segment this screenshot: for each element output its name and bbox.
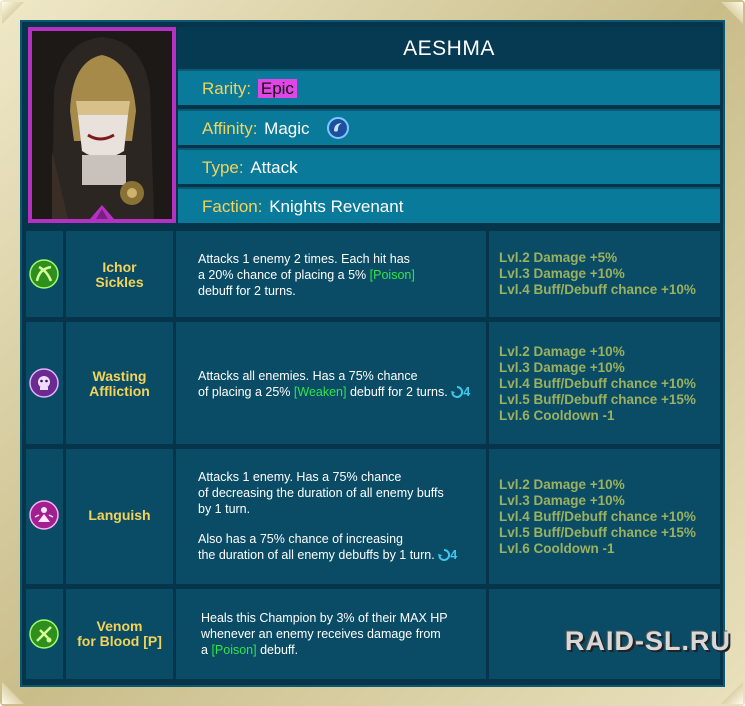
cooldown-icon: [451, 385, 464, 398]
weaken-debuff-tag: [Weaken]: [293, 385, 347, 399]
skill-description-line: Attacks all enemies. Has a 75% chance: [198, 369, 418, 383]
venom-for-blood-icon: [29, 619, 59, 649]
cooldown-icon: [438, 548, 451, 561]
skill-description-line: a 20% chance of placing a 5% [Poison]: [198, 268, 415, 282]
champion-name-bar: AESHMA: [178, 27, 720, 69]
type-value: Attack: [250, 158, 298, 177]
affinity-row: Affinity: Magic: [178, 109, 720, 145]
upgrade-line: Lvl.3 Damage +10%: [499, 266, 625, 281]
wasting-affliction-icon: [29, 368, 59, 398]
skill-description-line: of decreasing the duration of all enemy …: [198, 486, 444, 500]
skill-icon-cell: [26, 449, 63, 584]
skill-name-line: for Blood [P]: [77, 633, 162, 649]
cooldown-value: 4: [463, 385, 471, 399]
type-row: Type: Attack: [178, 148, 720, 184]
skill-icon-cell: [26, 322, 63, 444]
skill-description-line: of placing a 25% [Weaken] debuff for 2 t…: [198, 385, 471, 399]
poison-debuff-tag: [Poison]: [211, 643, 257, 657]
skill-icon-cell: [26, 589, 63, 679]
upgrade-line: Lvl.2 Damage +10%: [499, 344, 625, 359]
skill-name-cell: Venom for Blood [P]: [66, 589, 173, 679]
skill-description-line: Attacks 1 enemy. Has a 75% chance: [198, 470, 402, 484]
skill-description-cell: Heals this Champion by 3% of their MAX H…: [176, 589, 486, 679]
champion-portrait-image: [32, 31, 172, 219]
skill-name-cell: Wasting Affliction: [66, 322, 173, 444]
upgrade-line: Lvl.2 Damage +5%: [499, 250, 618, 265]
skill-name-line: Languish: [88, 507, 151, 523]
faction-label: Faction:: [202, 197, 263, 216]
languish-icon: [29, 500, 59, 530]
upgrade-line: Lvl.6 Cooldown -1: [499, 541, 615, 556]
skill-description-line: by 1 turn.: [198, 502, 251, 516]
faction-row: Faction: Knights Revenant: [178, 187, 720, 223]
affinity-label: Affinity:: [202, 119, 258, 138]
skill-description-line: a [Poison] debuff.: [201, 643, 299, 657]
upgrade-line: Lvl.5 Buff/Debuff chance +15%: [499, 525, 696, 540]
skill-description-cell: Attacks 1 enemy. Has a 75% chance of dec…: [176, 449, 486, 584]
rarity-row: Rarity: Epic: [178, 69, 720, 105]
skill-description-cell: Attacks all enemies. Has a 75% chance of…: [176, 322, 486, 444]
upgrade-line: Lvl.4 Buff/Debuff chance +10%: [499, 509, 696, 524]
upgrade-line: Lvl.2 Damage +10%: [499, 477, 625, 492]
upgrade-line: Lvl.4 Buff/Debuff chance +10%: [499, 376, 696, 391]
cooldown-indicator: 4: [438, 548, 457, 562]
skill-upgrades-cell: Lvl.2 Damage +10% Lvl.3 Damage +10% Lvl.…: [489, 449, 720, 584]
skill-description-cell: Attacks 1 enemy 2 times. Each hit has a …: [176, 231, 486, 317]
skill-description-line: debuff for 2 turns.: [198, 284, 296, 298]
affinity-value: Magic: [264, 119, 310, 138]
skill-upgrades-cell: Lvl.2 Damage +10% Lvl.3 Damage +10% Lvl.…: [489, 322, 720, 444]
faction-value: Knights Revenant: [269, 197, 404, 216]
poison-debuff-tag: [Poison]: [369, 268, 415, 282]
rarity-label: Rarity:: [202, 79, 252, 98]
upgrade-line: Lvl.5 Buff/Debuff chance +15%: [499, 392, 696, 407]
upgrade-line: Lvl.4 Buff/Debuff chance +10%: [499, 282, 696, 297]
upgrade-line: Lvl.3 Damage +10%: [499, 360, 625, 375]
cooldown-indicator: 4: [451, 385, 470, 399]
upgrade-line: Lvl.3 Damage +10%: [499, 493, 625, 508]
skill-upgrades-cell: Lvl.2 Damage +5% Lvl.3 Damage +10% Lvl.4…: [489, 231, 720, 317]
skill-name-cell: Ichor Sickles: [66, 231, 173, 317]
epic-rank-gem-icon: [90, 205, 114, 219]
skill-name-line: Sickles: [95, 274, 144, 290]
skill-icon-cell: [26, 231, 63, 317]
skill-name-line: Ichor: [102, 259, 137, 275]
skill-name-line: Venom: [96, 618, 143, 634]
skill-description-line: Attacks 1 enemy 2 times. Each hit has: [198, 252, 410, 266]
upgrade-line: Lvl.6 Cooldown -1: [499, 408, 615, 423]
skill-name-line: Affliction: [89, 383, 150, 399]
ichor-sickles-icon: [29, 259, 59, 289]
skill-description-line: the duration of all enemy debuffs by 1 t…: [198, 548, 458, 562]
skill-name-cell: Languish: [66, 449, 173, 584]
champion-name: AESHMA: [403, 37, 495, 60]
skill-description-line: whenever an enemy receives damage from: [201, 627, 441, 641]
cooldown-value: 4: [450, 548, 458, 562]
skill-description-line: Also has a 75% chance of increasing: [198, 532, 403, 546]
skill-name-line: Wasting: [92, 368, 147, 384]
type-label: Type:: [202, 158, 244, 177]
site-watermark: RAID-SL.RU: [565, 626, 731, 656]
champion-portrait: [28, 27, 176, 223]
rarity-badge: Epic: [257, 79, 297, 98]
skill-description-line: Heals this Champion by 3% of their MAX H…: [201, 611, 448, 625]
magic-affinity-icon: [327, 117, 349, 139]
